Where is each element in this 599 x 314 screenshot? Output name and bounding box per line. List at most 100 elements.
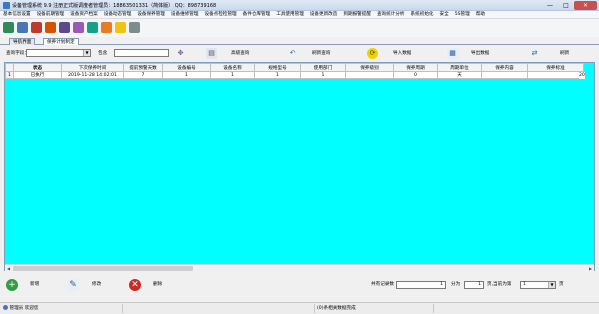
tab-navigation[interactable]: 导航界面 bbox=[9, 38, 36, 45]
current-page-select[interactable]: 1 ▼ bbox=[520, 281, 556, 289]
table-row[interactable]: 1 已执行 2019-11-28 14:02:01 7 1 1 1 1 0 天 bbox=[5, 71, 584, 79]
menu-item[interactable]: 系统初始化 bbox=[408, 11, 437, 18]
maximize-button[interactable]: □ bbox=[558, 1, 574, 10]
import-icon[interactable]: ⟳ bbox=[367, 48, 378, 59]
column-header[interactable]: 保养周期 bbox=[393, 63, 438, 72]
app-icon bbox=[3, 2, 10, 9]
truck-icon[interactable] bbox=[45, 22, 56, 33]
delete-icon[interactable]: ✕ bbox=[129, 279, 141, 291]
refresh-query-button[interactable]: 刷新查询 bbox=[312, 46, 330, 61]
contains-label: 包含 bbox=[98, 51, 108, 56]
delete-button[interactable]: 删除 bbox=[153, 279, 162, 291]
column-header[interactable]: 规格型号 bbox=[254, 63, 301, 72]
cell-status: 已执行 bbox=[13, 71, 62, 79]
chevron-down-icon: ▼ bbox=[83, 50, 90, 56]
chevron-down-icon: ▼ bbox=[548, 282, 555, 288]
scroll-left-icon[interactable]: ◀ bbox=[5, 265, 12, 272]
menu-item[interactable]: 设备点检检管理 bbox=[201, 11, 239, 18]
cell-maintenance-standard bbox=[527, 71, 584, 79]
gift-icon[interactable] bbox=[101, 22, 112, 33]
export-button[interactable]: 导出数据 bbox=[471, 46, 489, 61]
column-header[interactable]: 使用部门 bbox=[300, 63, 346, 72]
current-page-value: 1 bbox=[523, 282, 526, 287]
cell-warning-days: 7 bbox=[123, 71, 163, 79]
edit-icon[interactable]: ✎ bbox=[67, 279, 79, 291]
tab-strip: 导航界面 保养计划制定 bbox=[0, 37, 599, 45]
column-header[interactable]: 保养内容 bbox=[481, 63, 528, 72]
table-header-row: 状态 下次保养时间 提前预警天数 设备编号 设备名称 规格型号 使用部门 保养级… bbox=[5, 63, 584, 72]
reload-button[interactable]: 刷新 bbox=[560, 46, 569, 61]
cell-cycle-unit: 天 bbox=[437, 71, 482, 79]
users-icon[interactable] bbox=[17, 22, 28, 33]
column-header[interactable]: 设备编号 bbox=[162, 63, 211, 72]
cell-model: 1 bbox=[254, 71, 301, 79]
menu-item[interactable]: 到期报警提醒 bbox=[340, 11, 374, 18]
column-header[interactable]: 设备名称 bbox=[210, 63, 255, 72]
book-icon[interactable] bbox=[87, 22, 98, 33]
horizontal-scrollbar[interactable]: ◀ ▶ bbox=[5, 264, 594, 271]
add-icon[interactable]: + bbox=[6, 279, 18, 291]
column-header[interactable]: 提前预警天数 bbox=[123, 63, 163, 72]
scroll-right-icon[interactable]: ▶ bbox=[587, 265, 594, 272]
overflow-cell: 20 bbox=[579, 72, 585, 79]
menu-item[interactable]: 设备维修管理 bbox=[168, 11, 202, 18]
tree-icon[interactable] bbox=[3, 22, 14, 33]
edit-button[interactable]: 修改 bbox=[92, 279, 101, 291]
export-icon[interactable]: ▦ bbox=[447, 48, 458, 59]
umbrella-icon[interactable] bbox=[31, 22, 42, 33]
minimize-button[interactable]: — bbox=[542, 1, 558, 10]
worker-icon[interactable] bbox=[115, 22, 126, 33]
icon-toolbar bbox=[0, 19, 599, 37]
bottom-bar: + 新增 ✎ 修改 ✕ 删除 共有记录数 1 分为 1 页,当前为第 1 ▼ 页 bbox=[0, 274, 599, 298]
menu-item[interactable]: 备件仓库管理 bbox=[240, 11, 274, 18]
add-button[interactable]: 新增 bbox=[30, 279, 39, 291]
pages-label: 分为 bbox=[451, 282, 461, 287]
column-header[interactable]: 保养级别 bbox=[345, 63, 394, 72]
data-grid[interactable]: 状态 下次保养时间 提前预警天数 设备编号 设备名称 规格型号 使用部门 保养级… bbox=[4, 62, 595, 271]
menu-item[interactable]: 设备保养管理 bbox=[134, 11, 168, 18]
cell-device-name: 1 bbox=[210, 71, 255, 79]
column-header[interactable]: 周期单位 bbox=[437, 63, 482, 72]
advanced-search-icon[interactable]: ▤ bbox=[206, 48, 217, 59]
status-user-text: 管理员 欢迎您 bbox=[9, 306, 39, 311]
data-table: 状态 下次保养时间 提前预警天数 设备编号 设备名称 规格型号 使用部门 保养级… bbox=[5, 63, 584, 79]
undo-icon[interactable]: ↶ bbox=[287, 48, 298, 59]
tab-maintenance-plan[interactable]: 保养计划制定 bbox=[43, 38, 79, 45]
menu-item[interactable]: 设备动态管理 bbox=[101, 11, 135, 18]
cell-next-maintenance-time: 2019-11-28 14:02:01 bbox=[61, 71, 124, 79]
close-button[interactable]: ✕ bbox=[574, 1, 597, 10]
palette-icon[interactable] bbox=[73, 22, 84, 33]
keyword-input[interactable] bbox=[114, 49, 169, 57]
search-icon[interactable]: ✥ bbox=[175, 48, 186, 59]
refresh-icon[interactable]: ⇄ bbox=[529, 48, 540, 59]
column-header[interactable] bbox=[5, 63, 14, 72]
import-button[interactable]: 导入数据 bbox=[393, 46, 411, 61]
cell-maintenance-level bbox=[345, 71, 394, 79]
menu-item[interactable]: 查询统计分析 bbox=[374, 11, 408, 18]
column-header[interactable]: 保养标准 bbox=[527, 63, 584, 72]
menu-item[interactable]: 帮助 bbox=[473, 11, 488, 18]
user-icon bbox=[3, 305, 8, 310]
page-unit-label: 页,当前为第 bbox=[487, 282, 512, 287]
query-field-select[interactable]: ▼ bbox=[26, 49, 91, 57]
menu-item[interactable]: 安全 bbox=[437, 11, 452, 18]
menu-item[interactable]: 5S管理 bbox=[452, 11, 473, 18]
column-header[interactable]: 状态 bbox=[13, 63, 62, 72]
menu-item[interactable]: 设备前期管理 bbox=[34, 11, 68, 18]
status-message: (0)条相关数据完成 bbox=[314, 304, 434, 313]
total-records-value: 1 bbox=[396, 281, 446, 289]
scrollbar-thumb[interactable] bbox=[13, 266, 193, 271]
exit-icon[interactable] bbox=[129, 22, 140, 33]
person-icon[interactable] bbox=[59, 22, 70, 33]
title-bar: 设备管理系统 9.9 注册正式版调度者管理员：18863501331（简体版） … bbox=[0, 0, 599, 11]
menu-item[interactable]: 基本信息设置 bbox=[0, 11, 34, 18]
menu-item[interactable]: 工具使用管理 bbox=[273, 11, 307, 18]
page-suffix-label: 页 bbox=[559, 282, 564, 287]
row-number: 1 bbox=[5, 71, 14, 79]
query-bar: 查询字段： ▼ 包含 ✥ ▤ 高级查询 ↶ 刷新查询 ⟳ 导入数据 ▦ 导出数据… bbox=[0, 45, 599, 62]
advanced-search-button[interactable]: 高级查询 bbox=[231, 46, 249, 61]
menu-item[interactable]: 设备更新改造 bbox=[307, 11, 341, 18]
menu-bar: 基本信息设置 设备前期管理 设备资产档案 设备动态管理 设备保养管理 设备维修管… bbox=[0, 11, 599, 19]
menu-item[interactable]: 设备资产档案 bbox=[67, 11, 101, 18]
column-header[interactable]: 下次保养时间 bbox=[61, 63, 124, 72]
